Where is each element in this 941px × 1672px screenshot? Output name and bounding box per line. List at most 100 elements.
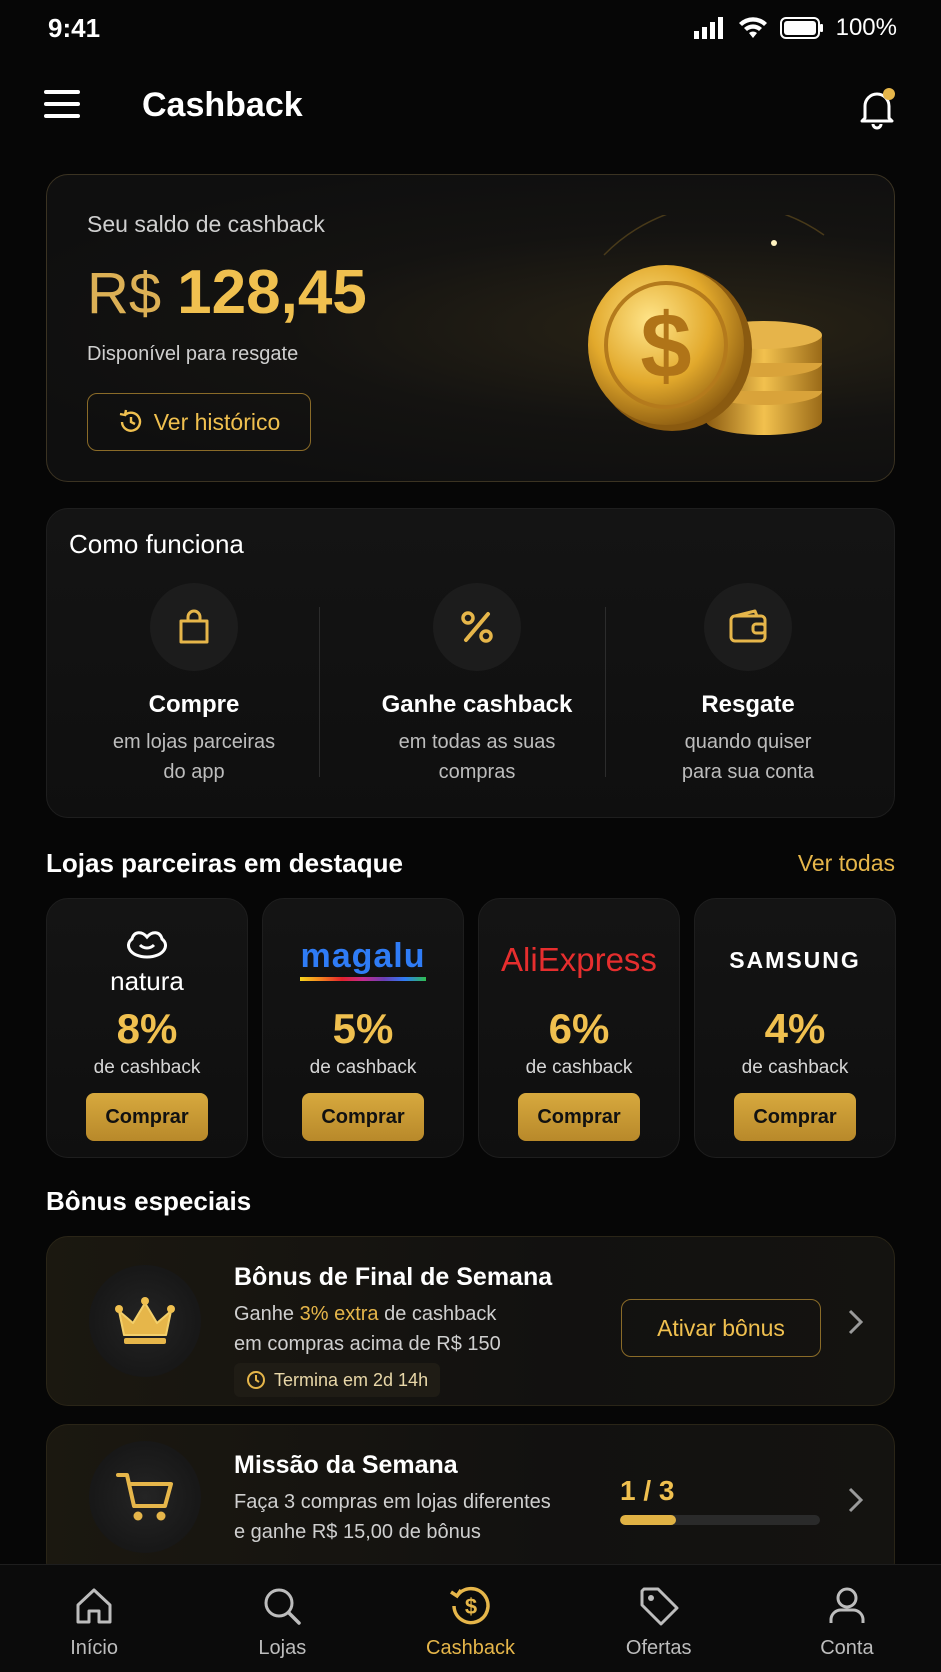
mission-title: Missão da Semana: [234, 1451, 458, 1479]
store-subtitle: de cashback: [741, 1057, 849, 1078]
how-step-desc-line: compras: [438, 761, 516, 783]
mission-desc-line1: Faça 3 compras em lojas diferentes: [234, 1491, 551, 1513]
app-header: Cashback: [0, 72, 941, 140]
how-step-buy: Compre em lojas parceiras do app: [54, 583, 334, 787]
page-title: Cashback: [142, 86, 303, 124]
weekly-mission-card[interactable]: Missão da Semana Faça 3 compras em lojas…: [46, 1424, 895, 1584]
how-step-desc-line: do app: [163, 761, 225, 783]
how-step-title: Resgate: [701, 691, 795, 718]
mission-desc-line2: e ganhe R$ 15,00 de bônus: [234, 1521, 481, 1543]
store-percent: 5%: [332, 1005, 394, 1052]
desc-text: de cashback: [378, 1303, 497, 1325]
mission-progress-fill: [620, 1515, 676, 1525]
store-subtitle: de cashback: [525, 1057, 633, 1078]
see-all-link[interactable]: Ver todas: [798, 850, 895, 877]
bell-icon: [860, 88, 895, 130]
tab-conta[interactable]: Conta: [753, 1565, 941, 1672]
aliexpress-logo: AliExpress: [479, 919, 679, 1001]
natura-logo: natura: [47, 919, 247, 1001]
store-card-aliexpress[interactable]: AliExpress 6% de cashback Comprar: [478, 898, 680, 1158]
how-step-desc: quando quiser para sua conta: [608, 727, 888, 787]
bonus-section-title: Bônus especiais: [46, 1186, 252, 1216]
store-name: AliExpress: [501, 941, 657, 978]
how-step-desc-line: em lojas parceiras: [112, 731, 276, 753]
activate-bonus-button[interactable]: Ativar bônus: [621, 1299, 821, 1357]
status-time: 9:41: [48, 12, 101, 43]
menu-button[interactable]: [44, 90, 84, 122]
natura-flower-icon: [127, 930, 167, 959]
tab-ofertas[interactable]: Ofertas: [565, 1565, 753, 1672]
store-name: SAMSUNG: [729, 946, 861, 973]
history-icon: [119, 409, 141, 432]
cart-icon: [89, 1441, 201, 1553]
store-card-magalu[interactable]: magalu 5% de cashback Comprar: [262, 898, 464, 1158]
percent-icon: [433, 583, 521, 671]
store-percent: 6%: [548, 1005, 610, 1052]
buy-button[interactable]: Comprar: [302, 1093, 424, 1141]
store-percent: 8%: [116, 1005, 178, 1052]
svg-text:$: $: [464, 1594, 476, 1619]
tab-lojas[interactable]: Lojas: [188, 1565, 376, 1672]
menu-icon-bar: [44, 114, 80, 118]
weekend-bonus-title: Bônus de Final de Semana: [234, 1263, 553, 1291]
shopping-bag-icon: [150, 583, 238, 671]
balance-label: Seu saldo de cashback: [87, 211, 325, 237]
mission-desc: Faça 3 compras em lojas diferentes e gan…: [234, 1487, 551, 1547]
store-subtitle: de cashback: [93, 1057, 201, 1078]
how-step-title: Ganhe cashback: [381, 691, 573, 718]
how-step-desc-line: para sua conta: [681, 761, 815, 783]
history-button[interactable]: Ver histórico: [87, 393, 311, 451]
tab-label: Cashback: [426, 1637, 515, 1659]
buy-button[interactable]: Comprar: [518, 1093, 640, 1141]
menu-icon-bar: [44, 90, 80, 94]
clock-icon: [247, 1371, 265, 1389]
how-it-works-card: Como funciona Compre em lojas parceiras d…: [46, 508, 895, 818]
status-bar: 9:41 100%: [0, 0, 941, 56]
buy-button[interactable]: Comprar: [86, 1093, 208, 1141]
tab-label: Ofertas: [625, 1637, 692, 1659]
wallet-icon: [704, 583, 792, 671]
status-icons: 100%: [693, 14, 897, 42]
samsung-logo: SAMSUNG: [695, 919, 895, 1001]
balance-currency: R$: [87, 261, 162, 326]
chevron-right-icon[interactable]: [844, 1485, 866, 1515]
how-step-desc-line: em todas as suas: [398, 731, 556, 753]
how-step-desc: em todas as suas compras: [337, 727, 617, 787]
how-it-works-title: Como funciona: [69, 529, 244, 559]
balance-subtitle: Disponível para resgate: [87, 343, 299, 365]
magalu-logo: magalu: [263, 919, 463, 1001]
battery-icon: [779, 17, 823, 39]
tab-label: Início: [70, 1637, 118, 1659]
weekend-bonus-desc-line1: Ganhe 3% extra de cashback: [234, 1299, 501, 1329]
store-card-natura[interactable]: natura 8% de cashback Comprar: [46, 898, 248, 1158]
tab-cashback[interactable]: $ Cashback: [376, 1565, 564, 1672]
weekend-bonus-card[interactable]: Bônus de Final de Semana Ganhe 3% extra …: [46, 1236, 895, 1406]
store-card-samsung[interactable]: SAMSUNG 4% de cashback Comprar: [694, 898, 896, 1158]
notifications-button[interactable]: [857, 86, 897, 130]
coins-illustration: $: [588, 215, 825, 435]
stores-section-title: Lojas parceiras em destaque: [46, 848, 403, 878]
magalu-rainbow-bar: [300, 977, 426, 981]
divider: [319, 607, 320, 777]
buy-button[interactable]: Comprar: [734, 1093, 856, 1141]
store-subtitle: de cashback: [309, 1057, 417, 1078]
how-step-desc-line: quando quiser: [684, 731, 812, 753]
tag-icon: [636, 1583, 682, 1629]
mission-progress-text: 1 / 3: [620, 1475, 675, 1506]
tab-inicio[interactable]: Início: [0, 1565, 188, 1672]
battery-percent: 100%: [835, 14, 897, 41]
svg-text:$: $: [640, 295, 691, 397]
user-icon: [824, 1583, 870, 1629]
timer-text: Termina em 2d 14h: [274, 1369, 429, 1390]
weekend-bonus-desc: Ganhe 3% extra de cashback em compras ac…: [234, 1299, 501, 1359]
store-name: natura: [110, 965, 184, 996]
chevron-right-icon[interactable]: [844, 1307, 866, 1337]
mission-progress-bar: [620, 1515, 820, 1525]
balance-card: Seu saldo de cashback R$ 128,45 Disponív…: [46, 174, 895, 482]
history-button-label: Ver histórico: [153, 408, 281, 435]
balance-amount: 128,45: [177, 258, 367, 327]
how-step-earn: Ganhe cashback em todas as suas compras: [337, 583, 617, 787]
tab-label: Lojas: [258, 1637, 307, 1659]
cashback-icon: $: [448, 1583, 494, 1629]
weekend-bonus-desc-line2: em compras acima de R$ 150: [234, 1333, 501, 1355]
